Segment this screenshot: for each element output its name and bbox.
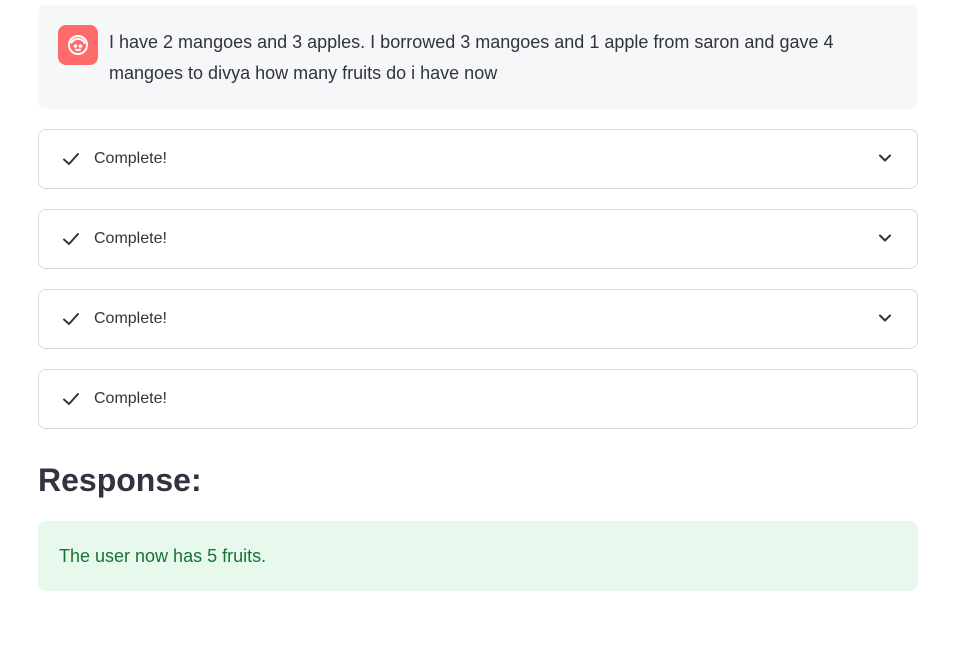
status-label: Complete! [94,150,167,167]
check-icon [63,313,79,325]
status-label: Complete! [94,230,167,247]
status-expander-3[interactable]: Complete! [38,289,918,349]
check-icon [63,393,79,405]
page: I have 2 mangoes and 3 apples. I borrowe… [0,0,975,656]
user-face-icon [68,35,88,55]
status-label: Complete! [94,310,167,327]
response-heading: Response: [38,462,202,498]
status-container-4: Complete! [38,369,918,429]
chevron-down-icon[interactable] [877,150,893,166]
user-chat-message: I have 2 mangoes and 3 apples. I borrowe… [38,5,918,109]
chevron-down-icon[interactable] [877,310,893,326]
chat-message-text: I have 2 mangoes and 3 apples. I borrowe… [109,32,834,83]
response-success-box: The user now has 5 fruits. [38,521,918,591]
user-avatar [58,25,98,65]
status-expander-2[interactable]: Complete! [38,209,918,269]
status-label: Complete! [94,390,167,407]
chevron-down-icon[interactable] [877,230,893,246]
check-icon [63,153,79,165]
response-text: The user now has 5 fruits. [59,546,267,566]
status-expander-1[interactable]: Complete! [38,129,918,189]
check-icon [63,233,79,245]
